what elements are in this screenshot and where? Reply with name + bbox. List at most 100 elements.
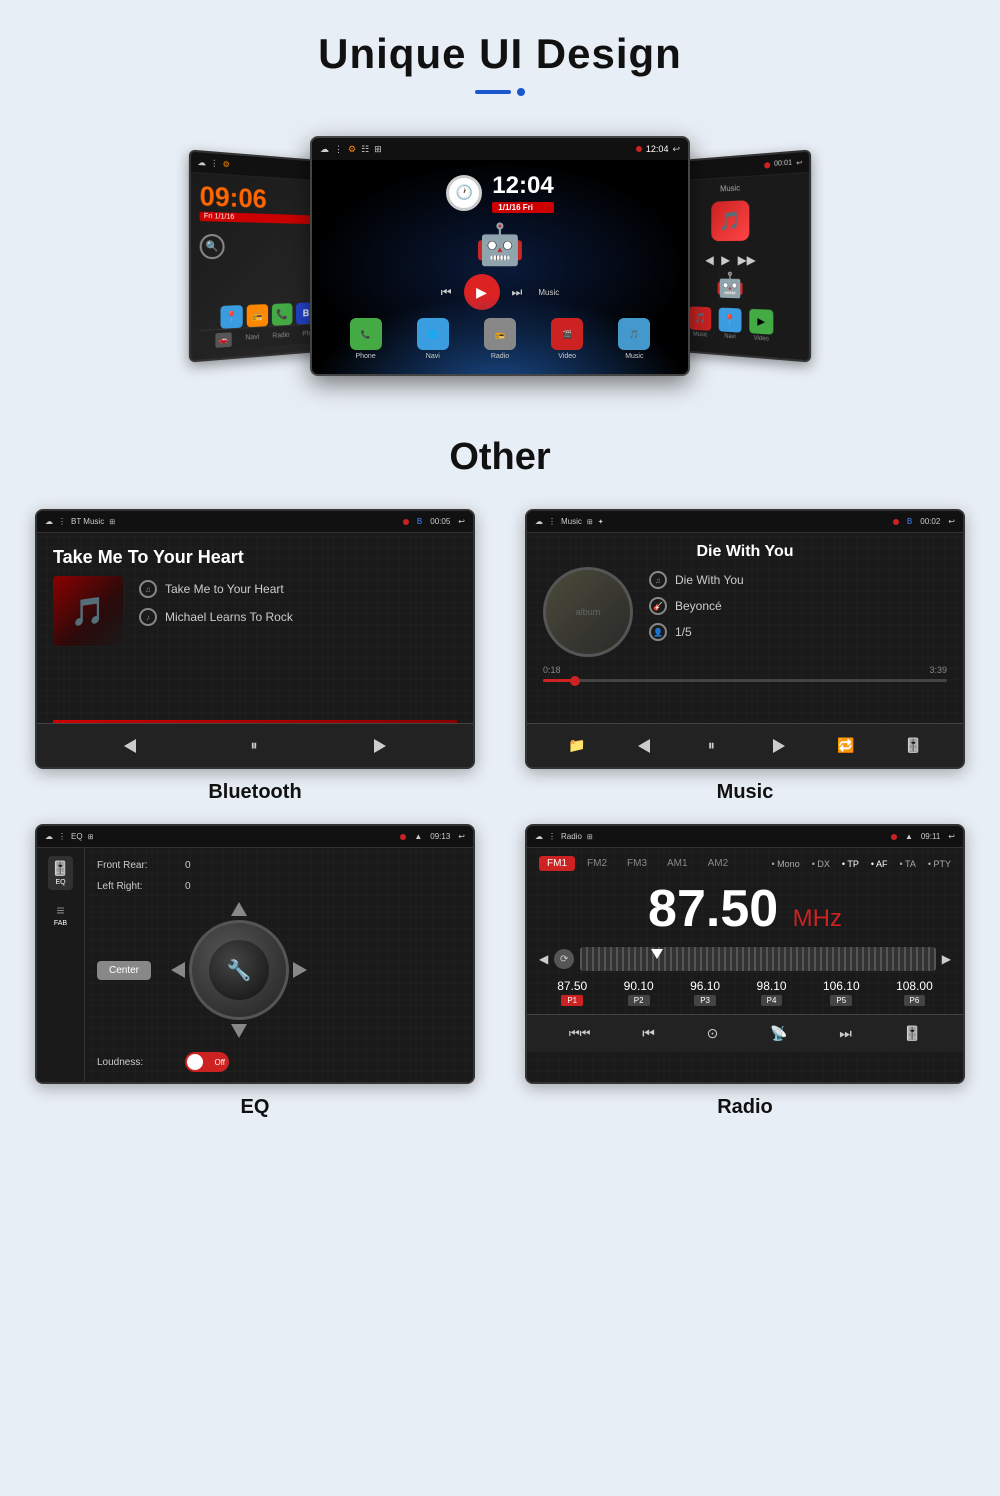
- music-folder-btn[interactable]: 📁: [562, 731, 592, 761]
- radio-ctrl-home[interactable]: ⊙: [707, 1025, 719, 1042]
- bt-next-icon: [374, 739, 386, 753]
- bt-content: 🎵 ♫ Take Me to Your Heart ♪ Michael Lear…: [37, 576, 473, 646]
- radio-ctrl-antenna[interactable]: 📡: [770, 1025, 787, 1042]
- right-back-icon: ↩: [796, 158, 802, 167]
- other-title: Other: [0, 436, 1000, 479]
- navi-app-label: Navi: [426, 353, 440, 360]
- music-note-icon: 🎵: [711, 200, 749, 241]
- right-video-app-icon: ▶: [749, 309, 773, 335]
- tuner-bar[interactable]: [580, 947, 936, 971]
- preset-6-label: P6: [904, 995, 926, 1006]
- right-music-app-label: Music: [693, 332, 707, 339]
- radio-top-row: FM1 FM2 FM3 AM1 AM2 • Mono • DX • TP • A…: [539, 856, 951, 871]
- center-app-phone[interactable]: 📞 Phone: [350, 318, 382, 360]
- tuner-right-btn[interactable]: ▶: [942, 952, 951, 966]
- bt-bar-menu-icon: ⋮: [58, 517, 66, 526]
- music-repeat-btn[interactable]: 🔁: [831, 731, 861, 761]
- eq-arrow-down[interactable]: [231, 1024, 247, 1038]
- music-prev-btn[interactable]: [629, 731, 659, 761]
- radio-preset-2[interactable]: 90.10 P2: [624, 979, 654, 1006]
- eq-sidebar-fab[interactable]: ≡ FAB: [50, 898, 71, 931]
- radio-opt-dx: • DX: [812, 859, 830, 869]
- radio-freq-unit: MHz: [793, 905, 842, 932]
- screens-grid: ☁ ⋮ BT Music ⊞ B 00:05 ↩ Take Me To Your…: [0, 489, 1000, 1139]
- bt-prev-btn[interactable]: [115, 731, 145, 761]
- radio-preset-3[interactable]: 96.10 P3: [690, 979, 720, 1006]
- navi-icon[interactable]: 📍: [221, 305, 243, 329]
- eq-sidebar-eq[interactable]: 🎚️ EQ: [48, 856, 73, 890]
- screen-container: ☁ ⋮ ⚙ B 09:06 Fri 1/1/16 🔍 📍: [150, 126, 850, 386]
- right-next-icon[interactable]: ▶▶: [738, 253, 756, 267]
- center-app-navi[interactable]: 🌐 Navi: [417, 318, 449, 360]
- eq-arrow-up[interactable]: [231, 902, 247, 916]
- bt-back-icon: ↩: [458, 517, 465, 526]
- center-clock-area: 🕐 12:04 1/1/16 Fri: [446, 172, 553, 213]
- radio-ctrl-back[interactable]: ⏮⏮: [569, 1026, 591, 1041]
- music-title: Die With You: [527, 533, 963, 567]
- right-app-navi[interactable]: 📍 Navi: [719, 308, 742, 341]
- center-bar-right: 12:04 ↩: [636, 144, 680, 155]
- divider-line: [475, 90, 511, 94]
- radio-opt-ta: • TA: [900, 859, 916, 869]
- band-fm3[interactable]: FM3: [619, 856, 655, 871]
- center-app-radio[interactable]: 📻 Radio: [484, 318, 516, 360]
- center-cloud-icon: ☁: [320, 144, 329, 155]
- phone-icon[interactable]: 📞: [272, 303, 293, 326]
- music-song-name: Die With You: [675, 573, 744, 587]
- right-play-icon[interactable]: ▶: [721, 253, 730, 267]
- radio-screen: ☁ ⋮ Radio ⊞ ▲ 09:11 ↩ FM1 FM2 FM: [525, 824, 965, 1084]
- center-app-video[interactable]: 🎬 Video: [551, 318, 583, 360]
- music-track-row: 👤 1/5: [649, 623, 744, 641]
- music-bar-icon3: ✦: [598, 518, 604, 526]
- tuner-left-btn[interactable]: ◀: [539, 952, 548, 966]
- music-next-btn[interactable]: [764, 731, 794, 761]
- right-app-music[interactable]: 🎵 Music: [690, 306, 712, 338]
- preset-3-label: P3: [694, 995, 716, 1006]
- bt-pause-btn[interactable]: ⏸: [240, 731, 270, 761]
- band-am1[interactable]: AM1: [659, 856, 696, 871]
- bt-info: ♫ Take Me to Your Heart ♪ Michael Learns…: [139, 576, 293, 626]
- radio-signal-icon: ▲: [905, 832, 913, 841]
- eq-knob-inner: 🔧: [209, 940, 269, 1000]
- music-song-icon: ♫: [649, 571, 667, 589]
- preset-1-label: P1: [561, 995, 583, 1006]
- music-app-icon: 🎵: [618, 318, 650, 350]
- eq-left-right-value: 0: [185, 881, 191, 892]
- band-am2[interactable]: AM2: [700, 856, 737, 871]
- tuner-dial-icon[interactable]: ⟳: [554, 949, 574, 969]
- radio-preset-4[interactable]: 98.10 P4: [757, 979, 787, 1006]
- bt-artist-row: ♪ Michael Learns To Rock: [139, 608, 293, 626]
- eq-arrow-left[interactable]: [171, 962, 185, 978]
- radio-ctrl-next[interactable]: ⏭: [839, 1025, 852, 1042]
- radio-icon-left[interactable]: 📻: [247, 304, 268, 327]
- progress-bar[interactable]: [543, 679, 947, 682]
- eq-sidebar-fab-icon: ≡: [56, 902, 64, 918]
- center-app-row: 📞 Phone 🌐 Navi 📻 Radio 🎬 Video: [312, 318, 688, 360]
- preset-6-freq: 108.00: [896, 979, 933, 993]
- radio-ctrl-prev[interactable]: ⏮: [642, 1025, 655, 1042]
- center-back-icon: ↩: [672, 144, 680, 155]
- band-fm2[interactable]: FM2: [579, 856, 615, 871]
- center-app-music[interactable]: 🎵 Music: [618, 318, 650, 360]
- eq-knob[interactable]: 🔧: [189, 920, 289, 1020]
- preset-2-freq: 90.10: [624, 979, 654, 993]
- radio-ctrl-menu[interactable]: 🎚️: [904, 1025, 921, 1042]
- bluetooth-label: Bluetooth: [208, 781, 301, 804]
- radio-preset-1[interactable]: 87.50 P1: [557, 979, 587, 1006]
- tuner-dial-symbol: ⟳: [560, 954, 568, 965]
- radio-presets: 87.50 P1 90.10 P2 96.10 P3 98.10 P4: [539, 979, 951, 1006]
- music-pause-btn[interactable]: ⏸: [696, 731, 726, 761]
- band-fm1[interactable]: FM1: [539, 856, 575, 871]
- eq-arrow-right[interactable]: [293, 962, 307, 978]
- center-menu-icon: ⋮: [334, 144, 343, 155]
- music-eq-btn[interactable]: 🎚️: [898, 731, 928, 761]
- loudness-toggle[interactable]: [185, 1052, 229, 1072]
- radio-preset-6[interactable]: 108.00 P6: [896, 979, 933, 1006]
- eq-center-btn[interactable]: Center: [97, 961, 151, 980]
- radio-preset-5[interactable]: 106.10 P5: [823, 979, 860, 1006]
- right-app-video[interactable]: ▶ Video: [749, 309, 773, 343]
- music-info: ♫ Die With You 🎸 Beyoncé 👤 1/5: [649, 567, 744, 641]
- preset-4-label: P4: [761, 995, 783, 1006]
- right-prev-icon[interactable]: ◀: [705, 253, 713, 267]
- bt-next-btn[interactable]: [365, 731, 395, 761]
